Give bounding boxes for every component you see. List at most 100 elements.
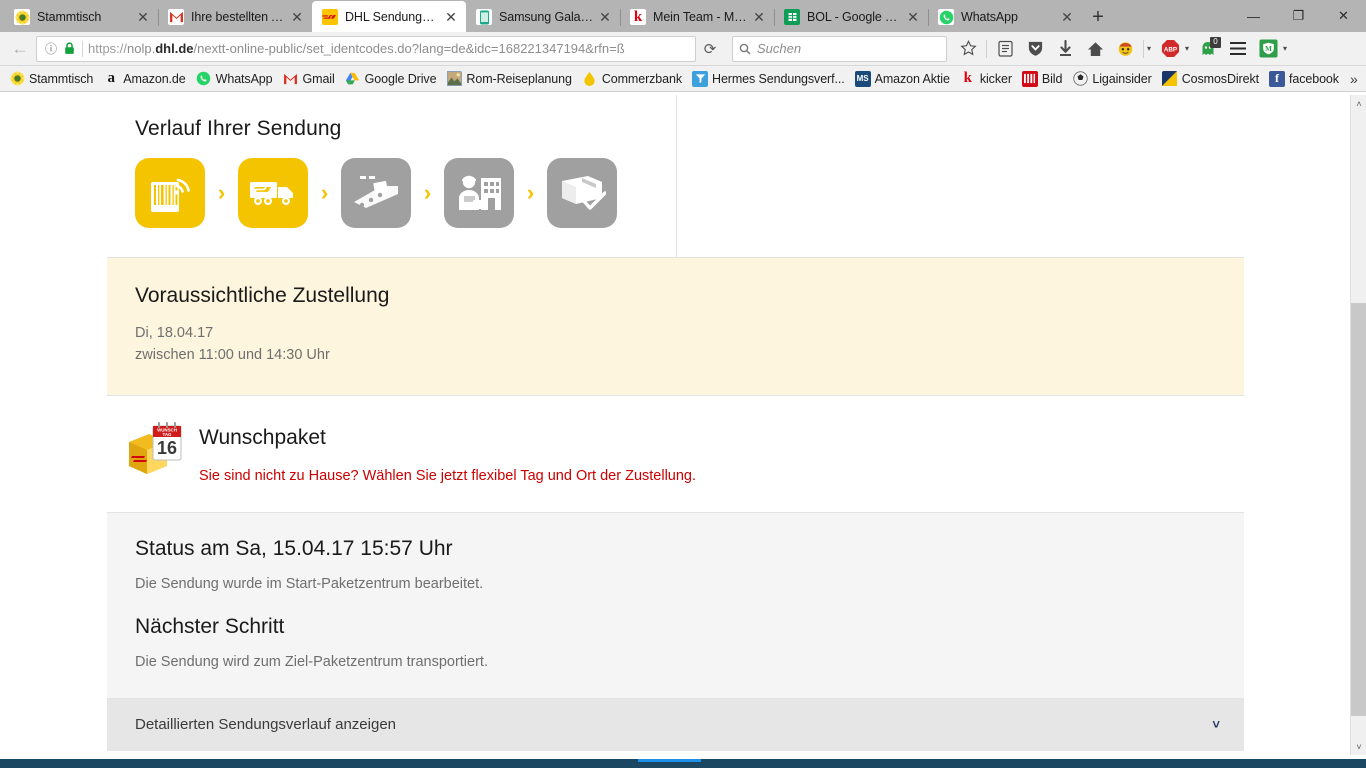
scroll-down-arrow[interactable]: ˅: [1351, 738, 1366, 755]
sheets-icon: [784, 9, 800, 25]
bookmark-label: Rom-Reiseplanung: [466, 71, 572, 86]
bookmark-label: CosmosDirekt: [1181, 71, 1259, 86]
bookmarks-overflow-icon[interactable]: »: [1344, 71, 1364, 87]
mcafee-shield-icon[interactable]: M: [1253, 35, 1283, 63]
search-bar[interactable]: Suchen: [732, 35, 947, 62]
bookmark-gmail[interactable]: Gmail: [278, 68, 340, 90]
tab-close-icon[interactable]: ✕: [904, 8, 922, 26]
status-heading: Status am Sa, 15.04.17 15:57 Uhr: [135, 536, 453, 560]
tab-samsung-galaxy[interactable]: Samsung Galaxy ... ✕: [466, 2, 620, 32]
ball-icon: [1072, 71, 1088, 87]
dhl-icon: [322, 8, 338, 25]
bookmark-label: facebook: [1289, 71, 1339, 86]
hamburger-menu-icon[interactable]: [1223, 35, 1253, 63]
wunschpaket-link[interactable]: Sie sind nicht zu Hause? Wählen Sie jetz…: [199, 468, 696, 484]
bookmark-amazon-aktie[interactable]: MS Amazon Aktie: [850, 68, 955, 90]
bookmark-label: Amazon.de: [123, 71, 186, 86]
kicker-icon: k: [963, 70, 973, 87]
kicker-icon: k: [630, 9, 646, 25]
page-viewport: Verlauf Ihrer Sendung › › › › Voraussich…: [0, 95, 1366, 755]
bookmark-label: Gmail: [302, 71, 335, 86]
step-sorting-center: [341, 158, 411, 228]
whatsapp-icon: [938, 9, 954, 25]
bookmark-bild[interactable]: Bild: [1017, 68, 1067, 90]
bookmark-label: kicker: [979, 71, 1012, 86]
dhl-tracking-page: Verlauf Ihrer Sendung › › › › Voraussich…: [0, 95, 1350, 755]
bookmark-label: Google Drive: [364, 71, 437, 86]
whatsapp-icon: [196, 71, 212, 87]
restore-button[interactable]: ❐: [1276, 0, 1321, 32]
calendar-parcel-icon: WUNSCH TAG 16: [123, 420, 199, 480]
scrollbar-thumb[interactable]: [1351, 303, 1366, 716]
bookmark-hermes[interactable]: Hermes Sendungsverf...: [687, 68, 850, 90]
tab-close-icon[interactable]: ✕: [750, 8, 768, 26]
shipment-progress-section: Verlauf Ihrer Sendung › › › ›: [107, 95, 1244, 258]
tab-title: WhatsApp: [961, 10, 1018, 24]
tab-title: Mein Team - Ma...: [653, 10, 747, 24]
adblock-plus-icon[interactable]: ABP: [1155, 35, 1185, 63]
amazon-icon: a: [107, 70, 116, 87]
address-bar[interactable]: ⓘ https://nolp.dhl.de/nextt-online-publi…: [36, 35, 696, 62]
bookmark-stammtisch[interactable]: Stammtisch: [4, 68, 98, 90]
bookmark-commerzbank[interactable]: Commerzbank: [577, 68, 687, 90]
scroll-up-arrow[interactable]: ˄: [1351, 95, 1366, 112]
next-step-text: Die Sendung wird zum Ziel-Paketzentrum t…: [135, 653, 488, 670]
tab-mein-team-kicker[interactable]: k Mein Team - Ma... ✕: [620, 2, 774, 32]
tab-close-icon[interactable]: ✕: [288, 8, 306, 26]
bookmark-kicker[interactable]: k kicker: [955, 68, 1017, 90]
step-delivered: [547, 158, 617, 228]
bookmark-rom-reiseplanung[interactable]: Rom-Reiseplanung: [441, 68, 576, 90]
chevron-down-icon[interactable]: ˅: [1212, 717, 1220, 732]
gmail-icon: [168, 9, 184, 25]
smiley-addon-icon[interactable]: [1110, 35, 1140, 63]
new-tab-button[interactable]: +: [1082, 2, 1114, 32]
browser-window: Stammtisch ✕ Ihre bestellten Ar... ✕ DHL…: [0, 0, 1366, 768]
ghostery-badge-count: 0: [1210, 36, 1221, 48]
windows-taskbar: [0, 759, 1366, 768]
home-icon[interactable]: [1080, 35, 1110, 63]
reader-list-icon[interactable]: [990, 35, 1020, 63]
page-scrollbar[interactable]: ˄ ˅: [1350, 95, 1366, 755]
url-path: /nextt-online-public/set_identcodes.do?l…: [193, 41, 625, 56]
facebook-icon: f: [1269, 70, 1285, 87]
chevron-down-icon[interactable]: ▾: [1143, 44, 1155, 53]
wunschpaket-section: WUNSCH TAG 16 Wunschpaket Sie sind nicht…: [107, 396, 1244, 513]
bookmark-star-icon[interactable]: [953, 35, 983, 63]
search-placeholder: Suchen: [757, 41, 802, 56]
status-section: Status am Sa, 15.04.17 15:57 Uhr Die Sen…: [107, 512, 1244, 699]
reload-button[interactable]: ⟳: [696, 36, 724, 62]
page-info-icon[interactable]: ⓘ: [41, 40, 61, 57]
svg-text:M: M: [1265, 45, 1272, 53]
tab-close-icon[interactable]: ✕: [596, 8, 614, 26]
pocket-shield-icon[interactable]: [1020, 35, 1050, 63]
tab-dhl-sendungsverfolgung[interactable]: DHL Sendungsve... ✕: [312, 1, 466, 32]
step-scan-barcode: [135, 158, 205, 228]
progress-heading: Verlauf Ihrer Sendung: [135, 117, 342, 140]
tab-close-icon[interactable]: ✕: [134, 8, 152, 26]
bookmark-google-drive[interactable]: Google Drive: [340, 68, 442, 90]
bookmark-label: Hermes Sendungsverf...: [712, 71, 845, 86]
tab-ihre-bestellten-artikel[interactable]: Ihre bestellten Ar... ✕: [158, 2, 312, 32]
bookmark-ligainsider[interactable]: Ligainsider: [1067, 68, 1156, 90]
ghostery-icon[interactable]: 0: [1193, 35, 1223, 63]
close-button[interactable]: ✕: [1321, 0, 1366, 32]
conveyor-parcel-icon: [352, 174, 400, 212]
bookmark-cosmosdirekt[interactable]: CosmosDirekt: [1157, 68, 1264, 90]
downloads-icon[interactable]: [1050, 35, 1080, 63]
minimize-button[interactable]: —: [1231, 0, 1276, 32]
tab-close-icon[interactable]: ✕: [442, 8, 460, 26]
barcode-scan-icon: [147, 170, 193, 216]
back-button[interactable]: ←: [6, 35, 34, 63]
detail-history-toggle[interactable]: Detaillierten Sendungsverlauf anzeigen ˅: [107, 698, 1244, 751]
toolbar-icons: ▾ ABP ▾ 0 M ▾: [953, 35, 1291, 63]
tab-close-icon[interactable]: ✕: [1058, 8, 1076, 26]
bookmark-whatsapp[interactable]: WhatsApp: [191, 68, 278, 90]
tab-whatsapp[interactable]: WhatsApp ✕: [928, 2, 1082, 32]
eta-timewindow: zwischen 11:00 und 14:30 Uhr: [135, 347, 330, 364]
tab-stammtisch[interactable]: Stammtisch ✕: [4, 2, 158, 32]
phone-icon: [476, 9, 492, 25]
bookmark-amazon[interactable]: a Amazon.de: [98, 68, 190, 90]
bookmark-facebook[interactable]: f facebook: [1264, 68, 1344, 90]
bild-icon: [1021, 70, 1038, 87]
tab-bol-google-tabelle[interactable]: BOL - Google Ta... ✕: [774, 2, 928, 32]
